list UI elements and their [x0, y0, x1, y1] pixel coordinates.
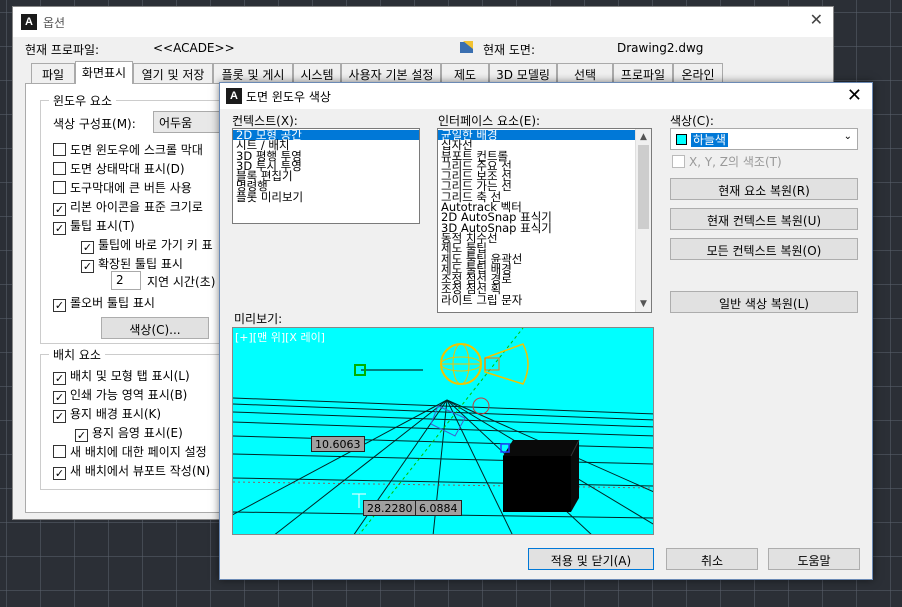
colors-button[interactable]: 색상(C)... [101, 317, 209, 339]
interface-label: 인터페이스 요소(E): [438, 114, 541, 128]
apply-close-button[interactable]: 적용 및 닫기(A) [528, 548, 654, 570]
paper-background-checkbox[interactable]: ✓ 용지 배경 표시(K) [53, 405, 161, 423]
layout-elements-title: 배치 요소 [49, 346, 105, 363]
shortcut-tooltips-checkbox[interactable]: ✓ 툴팁에 바로 가기 키 표 [81, 236, 213, 254]
colors-title-bar: A 도면 윈도우 색상 ✕ [220, 83, 872, 109]
drawing-window-colors-dialog: A 도면 윈도우 색상 ✕ 컨텍스트(X): 2D 모형 공간 시트 / 배치 … [219, 82, 873, 580]
dynamic-input-readout: 10.6063 [311, 436, 365, 452]
context-list[interactable]: 2D 모형 공간 시트 / 배치 3D 평행 투영 3D 투시 투영 블록 편집… [232, 128, 420, 224]
autocad-logo-icon: A [226, 88, 242, 104]
profile-value: <<ACADE>> [153, 41, 235, 55]
options-title: 옵션 [43, 16, 66, 30]
tab-system[interactable]: 시스템 [293, 63, 341, 83]
color-swatch [676, 134, 687, 145]
autocad-logo-icon: A [21, 14, 37, 30]
tab-display[interactable]: 화면표시 [75, 61, 133, 84]
help-button[interactable]: 도움말 [768, 548, 860, 570]
tab-plot-publish[interactable]: 플롯 및 게시 [213, 63, 293, 83]
color-select[interactable]: 하늘색 ⌄ [670, 128, 858, 150]
drawing-value: Drawing2.dwg [617, 41, 704, 55]
viewport-label[interactable]: [+][맨 위][X 레이] [235, 329, 325, 345]
tab-open-save[interactable]: 열기 및 저장 [133, 63, 213, 83]
drawing-label: 현재 도면: [483, 43, 536, 57]
close-icon[interactable]: ✕ [847, 85, 862, 106]
list-item[interactable]: 라이트 그립 문자 [438, 294, 651, 306]
scrollbar-checkbox[interactable]: 도면 윈도우에 스크롤 막대 [53, 141, 203, 158]
options-title-bar: A 옵션 ✕ [13, 7, 833, 37]
chevron-down-icon: ⌄ [843, 131, 852, 142]
layout-tabs-checkbox[interactable]: ✓ 배치 및 모형 탭 표시(L) [53, 367, 190, 385]
page-setup-checkbox[interactable]: 새 배치에 대한 페이지 설정 [53, 443, 207, 460]
colors-dialog-title: 도면 윈도우 색상 [246, 90, 331, 104]
create-viewport-checkbox[interactable]: ✓ 새 배치에서 뷰포트 작성(N) [53, 462, 210, 480]
list-item[interactable]: 플롯 미리보기 [233, 191, 419, 203]
drawing-icon [459, 39, 475, 58]
restore-context-button[interactable]: 현재 컨텍스트 복원(U) [670, 208, 858, 230]
scroll-up-icon[interactable]: ▲ [636, 129, 651, 145]
printable-area-checkbox[interactable]: ✓ 인쇄 가능 영역 표시(B) [53, 386, 187, 404]
preview-viewport: [+][맨 위][X 레이] 10.6063 28.2280 6.0884 [232, 327, 654, 535]
tab-user-preferences[interactable]: 사용자 기본 설정 [341, 63, 441, 83]
tab-profiles[interactable]: 프로파일 [613, 63, 673, 83]
scroll-down-icon[interactable]: ▼ [636, 296, 651, 312]
tab-online[interactable]: 온라인 [673, 63, 723, 83]
tab-drafting[interactable]: 제도 [441, 63, 489, 83]
tab-3d-modeling[interactable]: 3D 모델링 [489, 63, 557, 83]
restore-all-contexts-button[interactable]: 모든 컨텍스트 복원(O) [670, 238, 858, 260]
close-icon[interactable]: ✕ [810, 10, 823, 29]
ribbon-icons-checkbox[interactable]: ✓ 리본 아이콘을 표준 크기로 [53, 198, 203, 216]
list-scrollbar[interactable]: ▲ ▼ [635, 129, 651, 312]
tab-selection[interactable]: 선택 [557, 63, 613, 83]
restore-element-button[interactable]: 현재 요소 복원(R) [670, 178, 858, 200]
preview-label: 미리보기: [234, 312, 283, 326]
restore-classic-button[interactable]: 일반 색상 복원(L) [670, 291, 858, 313]
x-coordinate-readout: 28.2280 [363, 500, 417, 516]
scroll-thumb[interactable] [638, 145, 649, 229]
status-bar-checkbox[interactable]: 도면 상태막대 표시(D) [53, 160, 185, 177]
window-elements-title: 윈도우 요소 [49, 92, 117, 109]
context-label: 컨텍스트(X): [232, 114, 298, 128]
color-value: 하늘색 [690, 133, 728, 147]
color-scheme-label: 색상 구성표(M): [53, 117, 136, 131]
y-coordinate-readout: 6.0884 [415, 500, 462, 516]
color-label: 색상(C): [670, 114, 714, 128]
delay-input[interactable]: 2 [111, 271, 141, 290]
cancel-button[interactable]: 취소 [666, 548, 758, 570]
profile-label: 현재 프로파일: [25, 43, 100, 57]
large-buttons-checkbox[interactable]: 도구막대에 큰 버튼 사용 [53, 179, 192, 196]
tooltips-checkbox[interactable]: ✓ 툴팁 표시(T) [53, 217, 135, 235]
paper-shadow-checkbox[interactable]: ✓ 용지 음영 표시(E) [75, 424, 183, 442]
tint-checkbox[interactable]: X, Y, Z의 색조(T) [672, 153, 782, 170]
delay-label: 지연 시간(초) [147, 275, 216, 289]
interface-elements-list[interactable]: 균일한 배경 십자선 뷰포트 컨트롤 그리드 주요 선 그리드 보조 선 그리드… [437, 128, 652, 313]
tab-files[interactable]: 파일 [31, 63, 75, 83]
rollover-checkbox[interactable]: ✓ 롤오버 툴팁 표시 [53, 294, 155, 312]
